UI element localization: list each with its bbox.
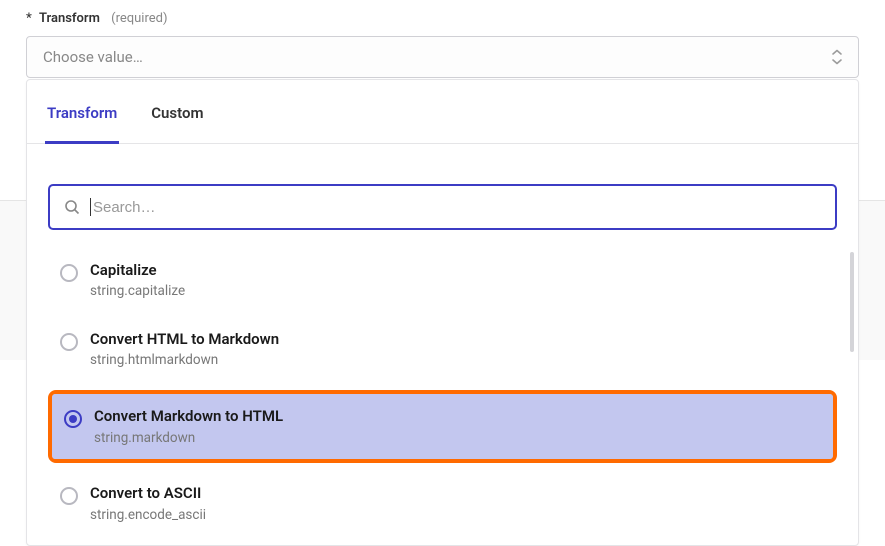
transform-dropdown: Transform Custom Capital: [26, 79, 859, 546]
option-subtitle: string.markdown: [94, 429, 283, 448]
search-field[interactable]: [48, 184, 837, 230]
select-placeholder: Choose value…: [43, 48, 143, 66]
chevron-up-down-icon: [830, 48, 844, 66]
option-title: Convert Markdown to HTML: [94, 406, 283, 426]
tab-custom[interactable]: Custom: [151, 80, 203, 143]
transform-select[interactable]: Choose value…: [26, 36, 859, 78]
option-capitalize[interactable]: Capitalize string.capitalize: [48, 252, 837, 309]
radio-icon: [60, 333, 78, 351]
option-markdown-to-html[interactable]: Convert Markdown to HTML string.markdown: [52, 394, 833, 459]
field-label-text: Transform: [39, 11, 100, 26]
search-icon: [64, 199, 80, 215]
options-list: Capitalize string.capitalize Convert HTM…: [48, 252, 837, 533]
dropdown-tabs: Transform Custom: [27, 80, 858, 144]
option-subtitle: string.htmlmarkdown: [90, 351, 279, 370]
tab-transform[interactable]: Transform: [47, 80, 117, 143]
option-subtitle: string.capitalize: [90, 282, 185, 301]
option-html-to-markdown[interactable]: Convert HTML to Markdown string.htmlmark…: [48, 321, 837, 378]
radio-icon: [64, 410, 82, 428]
option-title: Capitalize: [90, 260, 185, 280]
option-markdown-to-html-highlight: Convert Markdown to HTML string.markdown: [48, 390, 837, 463]
required-hint: (required): [111, 11, 167, 26]
field-label: * Transform (required): [26, 11, 859, 26]
radio-icon: [60, 487, 78, 505]
required-asterisk: *: [26, 11, 32, 26]
option-title: Convert to ASCII: [90, 483, 206, 503]
scrollbar-thumb[interactable]: [850, 252, 854, 352]
option-title: Convert HTML to Markdown: [90, 329, 279, 349]
option-subtitle: string.encode_ascii: [90, 506, 206, 525]
radio-icon: [60, 264, 78, 282]
text-cursor: [90, 198, 91, 216]
search-input[interactable]: [93, 199, 821, 216]
